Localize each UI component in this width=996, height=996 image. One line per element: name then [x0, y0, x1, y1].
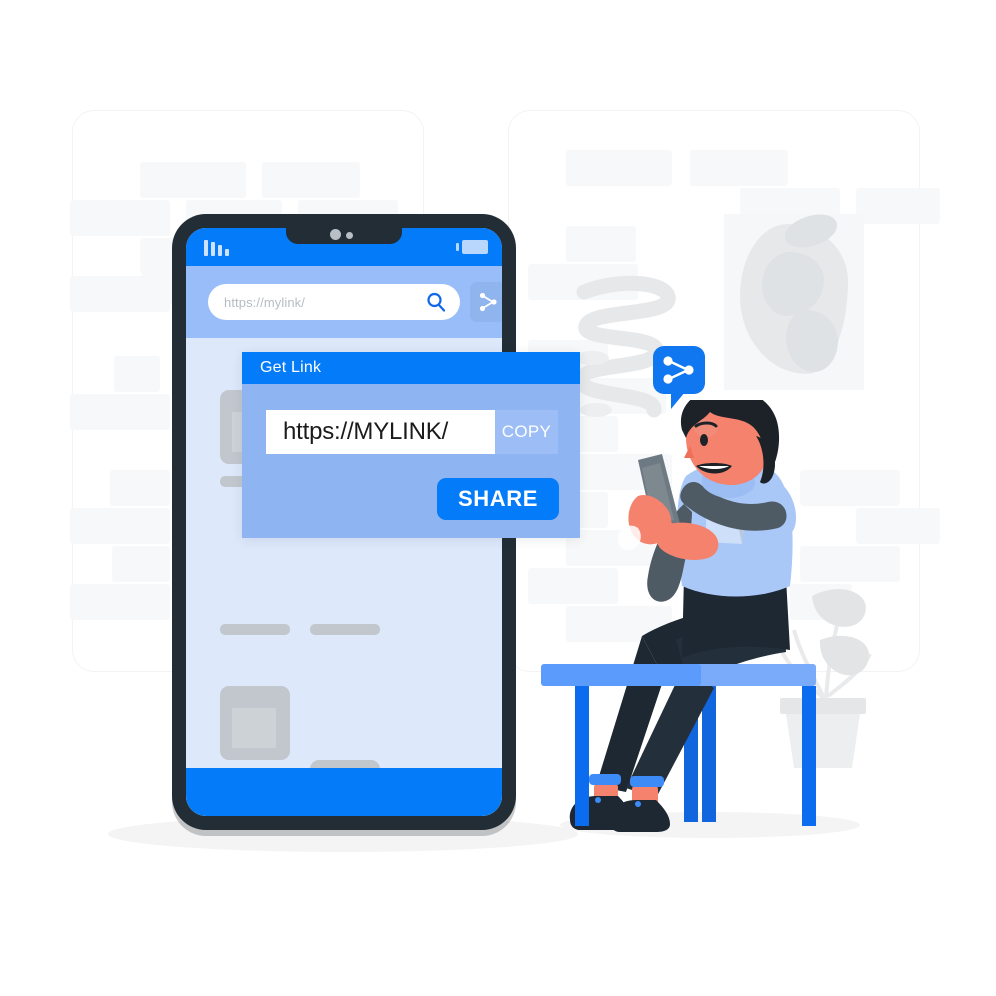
signal-bars-icon [204, 238, 234, 256]
bench-leg-front-right [802, 686, 816, 826]
share-network-icon [479, 292, 497, 312]
proximity-sensor-dot [346, 232, 353, 239]
get-link-dialog: Get Link https://MYLINK/ COPY SHARE [242, 352, 580, 538]
phone-bottom-bar [186, 768, 502, 816]
text-line-4 [310, 624, 380, 635]
battery-icon [456, 240, 488, 254]
phone-share-button[interactable] [470, 282, 502, 322]
dialog-header: Get Link [242, 352, 580, 384]
bench-leg-front-left [575, 686, 589, 826]
search-icon[interactable] [426, 292, 446, 317]
search-placeholder-text: https://mylink/ [224, 294, 305, 310]
phone-search-band: https://mylink/ [186, 266, 502, 338]
text-line-3 [220, 624, 290, 635]
share-network-icon [663, 356, 694, 384]
abstract-wall-art [724, 214, 864, 390]
photo-card-3[interactable] [220, 686, 290, 760]
illustration-canvas: https://mylink/ Get Link https://MYLINK/… [0, 0, 996, 996]
link-field-row: https://MYLINK/ COPY [266, 410, 558, 454]
dialog-title: Get Link [260, 359, 322, 376]
front-camera-dot [330, 229, 341, 240]
search-input[interactable]: https://mylink/ [208, 284, 460, 320]
link-url-text[interactable]: https://MYLINK/ [266, 410, 495, 454]
bench-seat-left [541, 664, 701, 686]
phone-notch [286, 228, 402, 244]
bubble-body [653, 346, 705, 394]
bench-seat-right [694, 664, 816, 686]
